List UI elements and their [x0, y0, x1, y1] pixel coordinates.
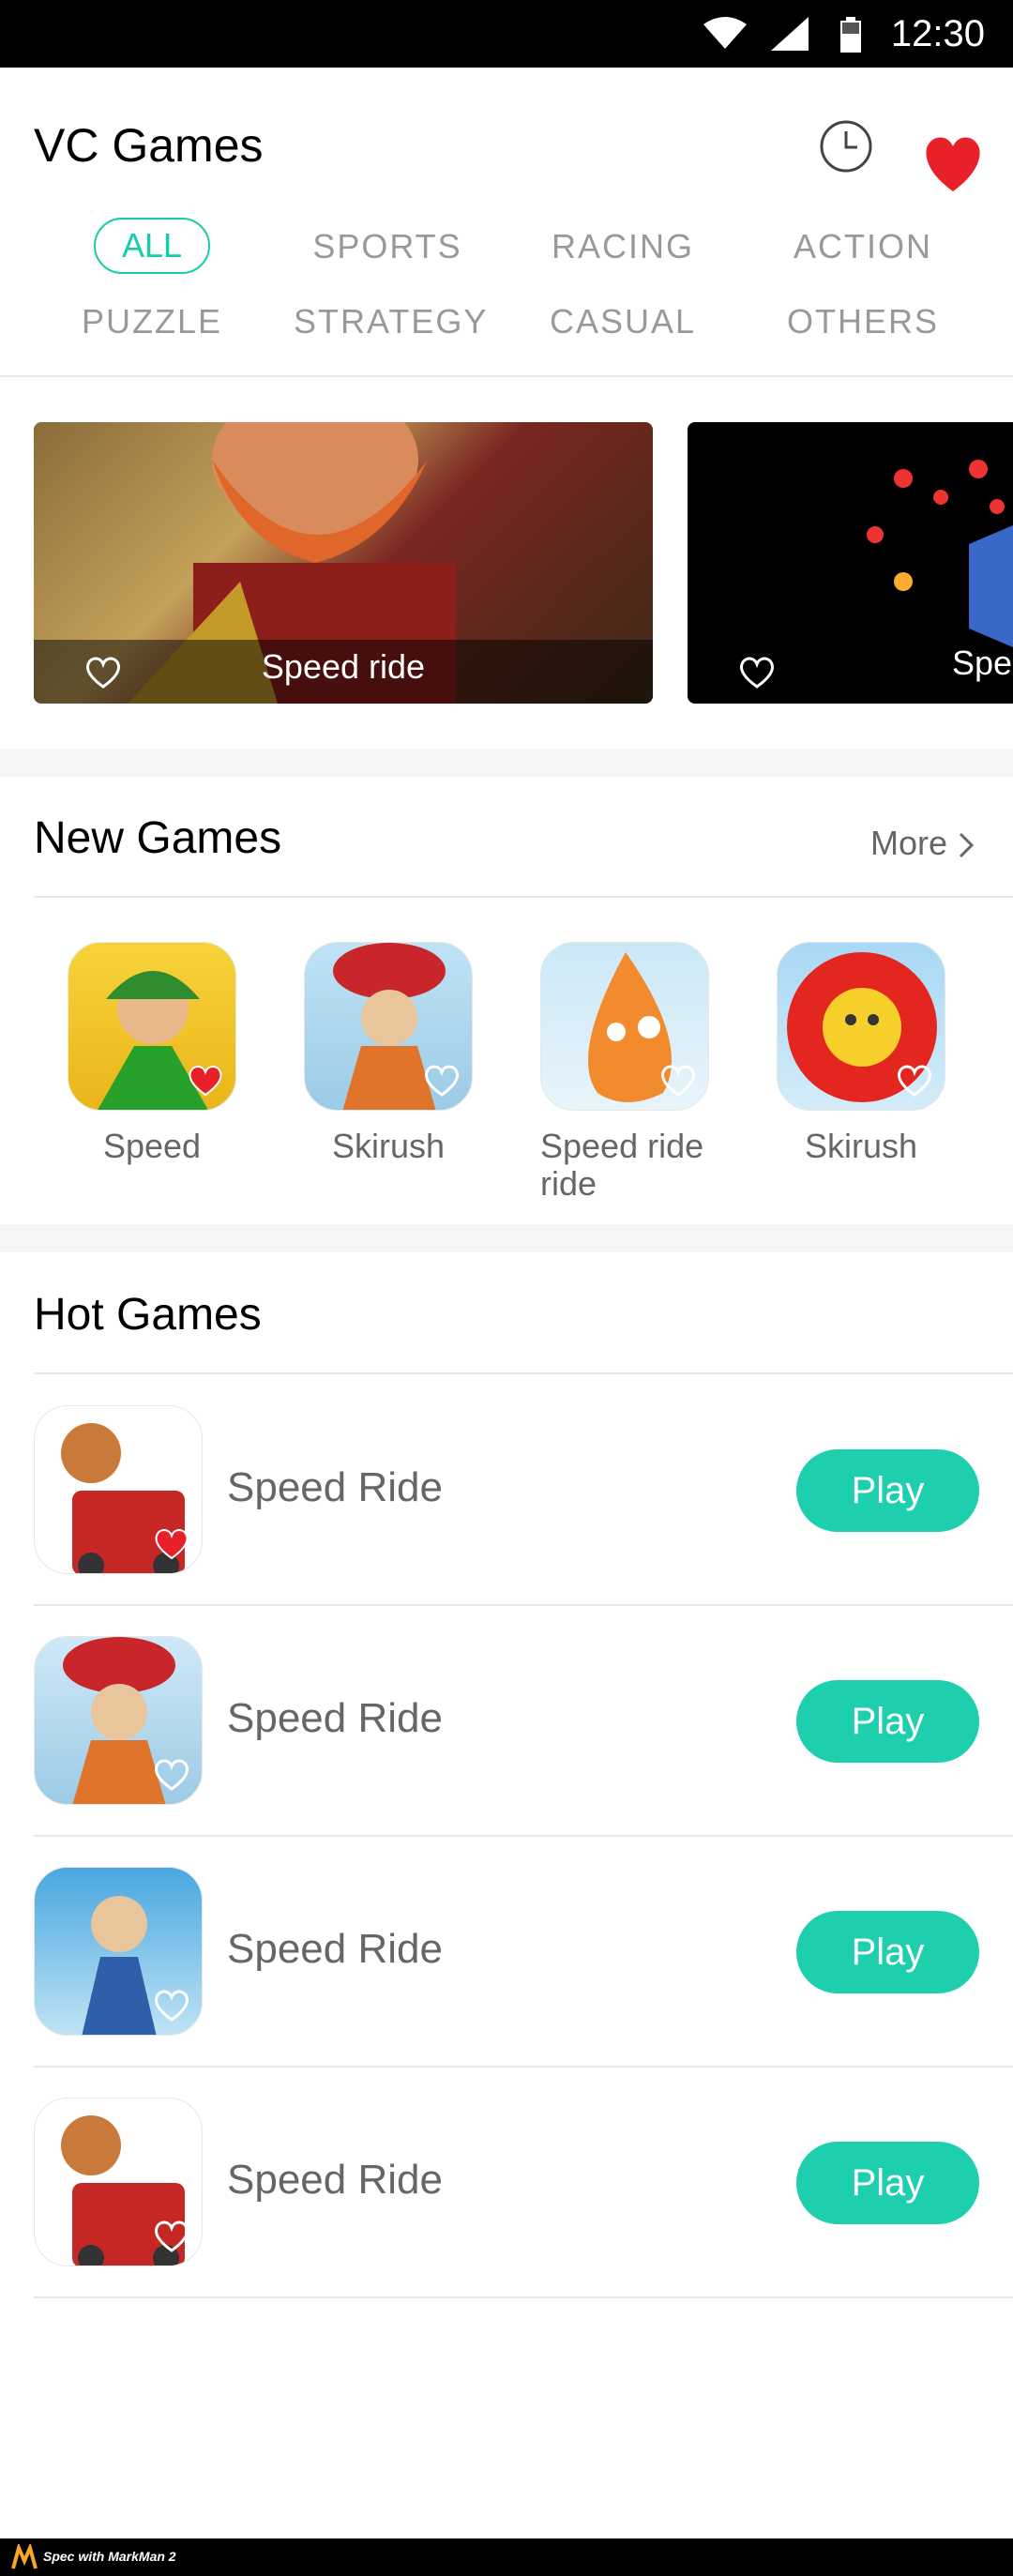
hot-game-row[interactable]: Speed Ride Play [0, 1836, 1013, 2067]
hot-game-row[interactable]: Speed Ride Play [0, 1374, 1013, 1605]
tab-all[interactable]: ALL [94, 218, 210, 274]
play-button[interactable]: Play [796, 1449, 979, 1532]
banner-caption: Speed ride [34, 640, 653, 704]
spec-footer-bar: Spec with MarkMan 2 [0, 2538, 1013, 2576]
banner-title: Spe [952, 644, 1013, 682]
heart-icon[interactable] [908, 118, 998, 208]
new-game-item[interactable]: Speed ride ride [540, 942, 709, 1203]
app-title: VC Games [34, 119, 264, 172]
tab-puzzle[interactable]: PUZZLE [58, 302, 246, 341]
play-button[interactable]: Play [796, 1911, 979, 1993]
banner-card[interactable]: Speed ride [34, 422, 653, 704]
new-game-item[interactable]: Speed [68, 942, 236, 1165]
status-bar: 12:30 [0, 0, 1013, 68]
battery-icon [840, 17, 861, 53]
markman-logo-icon [11, 2544, 38, 2569]
game-thumbnail [34, 1405, 203, 1574]
heart-outline-icon[interactable] [151, 2215, 192, 2256]
tab-sports[interactable]: SPORTS [294, 227, 481, 266]
game-label: Skirush [804, 1127, 918, 1165]
tab-strategy[interactable]: STRATEGY [294, 302, 486, 341]
new-game-item[interactable]: Skirush [777, 942, 945, 1165]
heart-outline-icon[interactable] [421, 1059, 462, 1100]
game-thumbnail [34, 1636, 203, 1805]
tab-casual[interactable]: CASUAL [529, 302, 717, 341]
game-name: Speed Ride [227, 1695, 443, 1741]
game-thumbnail [34, 2098, 203, 2266]
section-divider [34, 896, 1013, 898]
tab-action[interactable]: ACTION [769, 227, 957, 266]
hot-games-title: Hot Games [34, 1290, 262, 1340]
game-thumbnail [68, 942, 236, 1111]
heart-outline-icon[interactable] [736, 653, 778, 690]
more-label: More [869, 824, 947, 862]
chevron-right-icon [959, 833, 975, 858]
header-divider [0, 375, 1013, 377]
game-name: Speed Ride [227, 2157, 443, 2203]
wifi-icon [703, 17, 747, 49]
heart-outline-icon[interactable] [894, 1059, 935, 1100]
tab-racing[interactable]: RACING [529, 227, 717, 266]
game-thumbnail [304, 942, 473, 1111]
hot-game-row[interactable]: Speed Ride Play [0, 2067, 1013, 2297]
spec-footer-text: Spec with MarkMan 2 [43, 2549, 176, 2564]
heart-outline-icon[interactable] [151, 1984, 192, 2025]
heart-icon[interactable] [151, 1523, 192, 1564]
banner-card[interactable]: Spe [688, 422, 1013, 704]
banner-title: Speed ride [261, 647, 426, 686]
section-gap [0, 749, 1013, 777]
game-thumbnail [34, 1867, 203, 2036]
heart-icon[interactable] [185, 1059, 226, 1100]
row-divider [34, 2296, 1013, 2298]
signal-icon [771, 17, 809, 51]
app-header: VC Games ALL SPORTS RACING ACTION PUZZLE… [0, 68, 1013, 377]
play-button[interactable]: Play [796, 1680, 979, 1763]
game-name: Speed Ride [227, 1926, 443, 1972]
game-thumbnail [777, 942, 945, 1111]
heart-outline-icon[interactable] [151, 1753, 192, 1795]
new-game-item[interactable]: Skirush [304, 942, 473, 1165]
game-name: Speed Ride [227, 1464, 443, 1510]
heart-outline-icon[interactable] [658, 1059, 699, 1100]
play-button[interactable]: Play [796, 2142, 979, 2224]
section-gap [0, 1224, 1013, 1252]
game-thumbnail [540, 942, 709, 1111]
game-label: Skirush [331, 1127, 446, 1165]
game-label: Speed ride ride [540, 1127, 704, 1203]
status-time: 12:30 [890, 13, 985, 54]
history-clock-icon[interactable] [818, 118, 874, 174]
hot-game-row[interactable]: Speed Ride Play [0, 1605, 1013, 1836]
more-link[interactable]: More [870, 824, 975, 863]
tab-others[interactable]: OTHERS [769, 302, 957, 341]
new-games-title: New Games [34, 813, 282, 863]
game-label: Speed [102, 1127, 202, 1165]
